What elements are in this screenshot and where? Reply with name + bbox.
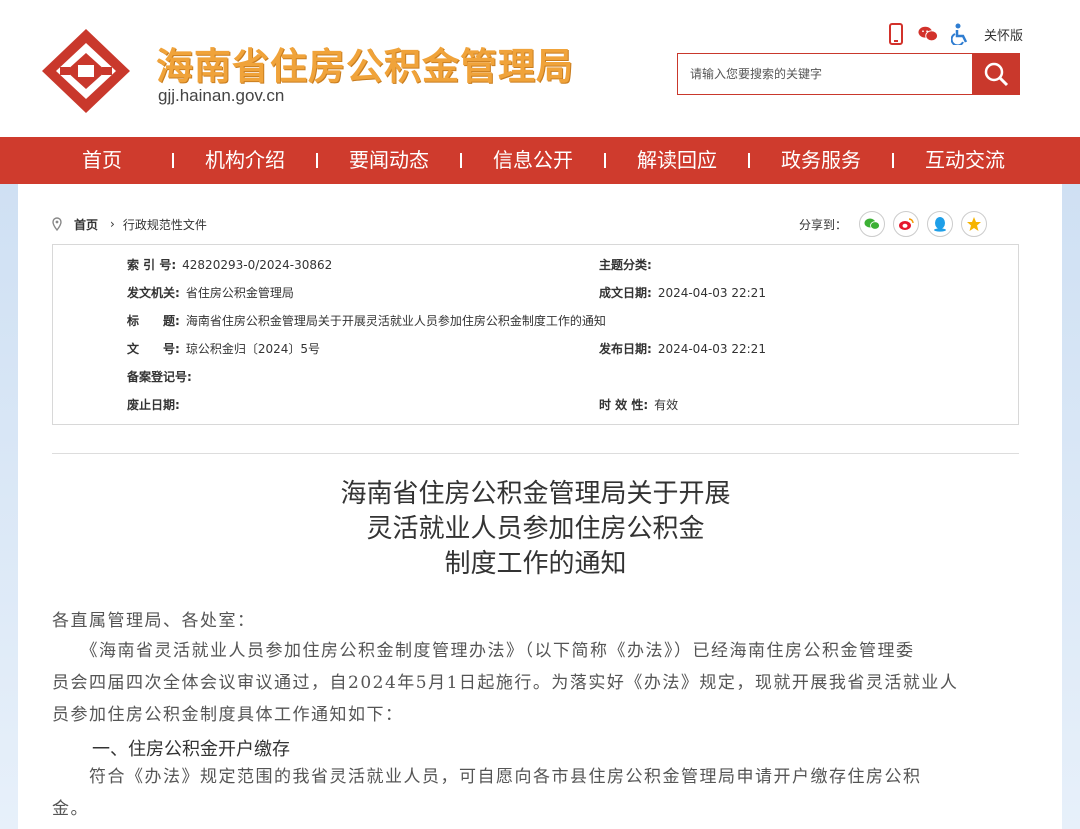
site-domain: gjj.hainan.gov.cn xyxy=(158,86,285,105)
site-title: 海南省住房公积金管理局 xyxy=(156,45,574,88)
meta-index: 索 引 号: 42820293-0/2024-30862 xyxy=(127,258,333,272)
share-qq-icon[interactable] xyxy=(927,211,954,237)
meta-published: 发布日期: 2024-04-03 22:21 xyxy=(599,342,766,356)
mobile-icon[interactable] xyxy=(886,23,906,45)
meta-validity: 时 效 性: 有效 xyxy=(599,398,679,412)
top-tools: 关怀版 xyxy=(886,22,1023,46)
meta-created: 成文日期: 2024-04-03 22:21 xyxy=(599,286,766,300)
wechat-icon[interactable] xyxy=(918,23,938,45)
breadcrumb: 首页 › 行政规范性文件 xyxy=(52,214,207,234)
meta-abolish: 废止日期: xyxy=(127,398,180,412)
share-label: 分享到： xyxy=(799,217,848,232)
breadcrumb-current[interactable]: 行政规范性文件 xyxy=(123,216,207,233)
meta-issuer: 发文机关: 省住房公积金管理局 xyxy=(127,286,294,300)
search-input[interactable] xyxy=(678,54,972,94)
meta-topic: 主题分类: xyxy=(599,258,652,272)
location-pin-icon xyxy=(52,217,62,231)
nav-interaction[interactable]: 互动交流 xyxy=(916,137,1014,184)
share-bar: 分享到： xyxy=(799,211,995,237)
nav-disclosure[interactable]: 信息公开 xyxy=(484,137,582,184)
article-paragraph-line: 员参加住房公积金制度具体工作通知如下： xyxy=(52,705,404,725)
search-icon xyxy=(984,62,1008,87)
article-title-line2: 灵活就业人员参加住房公积金 xyxy=(366,514,705,544)
nav-separator xyxy=(172,153,174,168)
meta-record: 备案登记号: xyxy=(127,370,192,384)
nav-services[interactable]: 政务服务 xyxy=(772,137,870,184)
nav-separator xyxy=(316,153,318,168)
article-paragraph-line: 员会四届四次全体会议审议通过，自2024年5月1日起施行。为落实好《办法》规定，… xyxy=(52,673,959,693)
search-button[interactable] xyxy=(972,54,1019,94)
right-side-background xyxy=(1062,184,1080,829)
document-metadata: 索 引 号: 42820293-0/2024-30862 主题分类: 发文机关: 省… xyxy=(52,244,1019,425)
breadcrumb-home[interactable]: 首页 xyxy=(74,216,98,233)
share-qzone-icon[interactable] xyxy=(961,211,988,237)
nav-separator xyxy=(892,153,894,168)
nav-interpretation[interactable]: 解读回应 xyxy=(628,137,726,184)
share-weibo-icon[interactable] xyxy=(893,211,920,237)
share-wechat-icon[interactable] xyxy=(859,211,886,237)
article-paragraph-line: 金。 xyxy=(52,799,89,819)
nav-separator xyxy=(748,153,750,168)
article-title-line1: 海南省住房公积金管理局关于开展 xyxy=(340,479,731,509)
accessibility-icon[interactable] xyxy=(950,23,970,45)
search-box xyxy=(677,53,1020,95)
article-title-line3: 制度工作的通知 xyxy=(444,549,627,579)
care-mode-link[interactable]: 关怀版 xyxy=(984,25,1023,44)
divider xyxy=(52,453,1019,454)
article-paragraph-line: 符合《办法》规定范围的我省灵活就业人员，可自愿向各市县住房公积金管理局申请开户缴… xyxy=(52,767,922,787)
article-paragraph-line: 《海南省灵活就业人员参加住房公积金制度管理办法》（以下简称《办法》）已经海南住房… xyxy=(52,641,915,661)
chevron-right-icon: › xyxy=(110,217,115,231)
meta-docno: 文 号: 琼公积金归〔2024〕5号 xyxy=(127,342,320,356)
site-logo-icon[interactable] xyxy=(40,27,132,113)
nav-about[interactable]: 机构介绍 xyxy=(196,137,294,184)
main-nav: 首页 机构介绍 要闻动态 信息公开 解读回应 政务服务 互动交流 xyxy=(0,137,1080,184)
article-salutation: 各直属管理局、各处室： xyxy=(52,611,256,631)
meta-title: 标 题: 海南省住房公积金管理局关于开展灵活就业人员参加住房公积金制度工作的通知 xyxy=(127,314,606,328)
nav-home[interactable]: 首页 xyxy=(60,137,144,184)
nav-separator xyxy=(604,153,606,168)
nav-separator xyxy=(460,153,462,168)
left-side-background xyxy=(0,184,18,829)
article-heading: 一、住房公积金开户缴存 xyxy=(92,739,290,760)
site-header: 海南省住房公积金管理局 gjj.hainan.gov.cn 关怀版 xyxy=(0,0,1080,137)
nav-news[interactable]: 要闻动态 xyxy=(340,137,438,184)
